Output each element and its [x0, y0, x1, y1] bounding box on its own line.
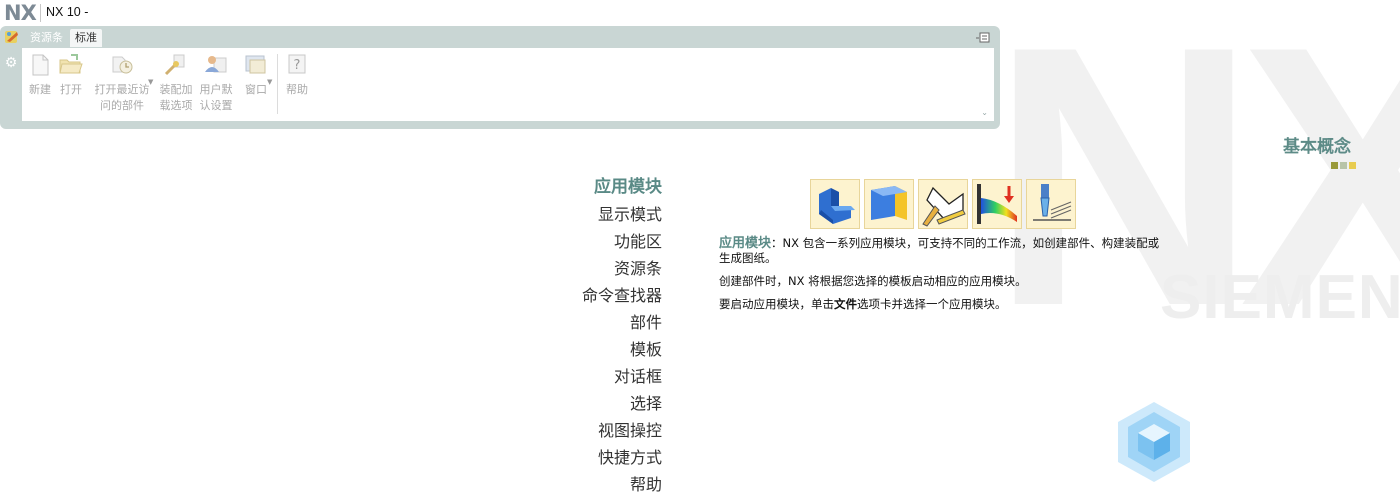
description-paragraph-2: 创建部件时，NX 将根据您选择的模板启动相应的应用模块。: [719, 274, 1027, 288]
siemens-watermark: SIEMEN: [1160, 263, 1400, 332]
tab-resource-bar[interactable]: 资源条: [25, 29, 68, 47]
assembly-load-label-2: 载选项: [159, 99, 193, 112]
ribbon-separator: [277, 54, 278, 114]
assembly-load-label-1: 装配加: [159, 83, 193, 96]
open-recent-label-2: 问的部件: [100, 99, 144, 112]
shape-module-tile: [864, 179, 914, 229]
help-label: 帮助: [286, 83, 308, 96]
file-tab-reference: 文件: [834, 297, 857, 311]
user-defaults-label-1: 用户默: [199, 83, 233, 96]
open-folder-icon: [59, 54, 83, 74]
assembly-load-options-button[interactable]: 装配加 载选项: [158, 52, 194, 114]
open-recent-button[interactable]: 打开最近访 问的部件: [92, 52, 152, 114]
new-button[interactable]: 新建: [26, 52, 54, 98]
window-dropdown-icon[interactable]: ▼: [267, 78, 272, 86]
user-defaults-button[interactable]: 用户默 认设置: [198, 52, 234, 114]
description-paragraph-3: 要启动应用模块，单击文件选项卡并选择一个应用模块。: [719, 297, 1169, 311]
open-label: 打开: [60, 83, 82, 96]
description: 应用模块：NX 包含一系列应用模块，可支持不同的工作流，如创建部件、构建装配或生…: [719, 236, 1169, 320]
assembly-load-icon: [164, 54, 185, 76]
app-menu-icon[interactable]: [4, 29, 20, 45]
svg-text:?: ?: [294, 58, 301, 73]
open-recent-label-1: 打开最近访: [94, 83, 150, 96]
nav-item-view-manipulation[interactable]: 视图操控: [540, 417, 662, 444]
title-bar: NX NX 10 -: [0, 0, 1400, 26]
manufacturing-icon: [1033, 184, 1072, 221]
nav-item-shortcuts[interactable]: 快捷方式: [540, 444, 662, 471]
modeling-block-icon: [819, 188, 855, 224]
simulation-icon: [977, 184, 1017, 224]
nav-item-command-finder[interactable]: 命令查找器: [540, 282, 662, 309]
nav-item-templates[interactable]: 模板: [540, 336, 662, 363]
recent-parts-icon: [112, 56, 133, 74]
description-heading: 应用模块: [719, 236, 772, 251]
description-text-3b: 选项卡并选择一个应用模块。: [857, 297, 1007, 311]
nx-logo: NX: [4, 1, 37, 25]
title-separator: [40, 4, 41, 22]
description-text-1: ：NX 包含一系列应用模块，可支持不同的工作流，如创建部件、构建装配或生成图纸。: [719, 236, 1160, 265]
ribbon-expand-icon[interactable]: ⌄: [981, 108, 988, 117]
help-button[interactable]: ? 帮助: [282, 52, 312, 98]
drafting-icon: [922, 186, 966, 227]
nav-item-applications-active[interactable]: 应用模块: [540, 174, 662, 201]
nav-item-ribbon[interactable]: 功能区: [540, 228, 662, 255]
user-defaults-icon: [205, 56, 227, 73]
window-icon: [245, 55, 266, 74]
ribbon: 资源条 标准 ⚙ 新建 打开 打开最近访 问的部件 ▼ 装配加 载选项 用户默 …: [0, 26, 1000, 129]
drafting-module-tile: [918, 179, 968, 229]
open-button[interactable]: 打开: [57, 52, 85, 98]
nx-cube-logo: [1118, 402, 1190, 482]
heading-decoration: [1331, 154, 1358, 169]
open-recent-dropdown-icon[interactable]: ▼: [148, 78, 153, 86]
new-file-icon: [32, 54, 49, 76]
nav-item-resource-bar[interactable]: 资源条: [540, 255, 662, 282]
simulation-module-tile: [972, 179, 1022, 229]
gear-icon[interactable]: ⚙: [4, 56, 18, 70]
nav-item-parts[interactable]: 部件: [540, 309, 662, 336]
shape-studio-icon: [871, 186, 907, 220]
window-title: NX 10 -: [46, 5, 89, 19]
ribbon-panel: 新建 打开 打开最近访 问的部件 ▼ 装配加 载选项 用户默 认设置 窗口 ▼ …: [22, 48, 994, 121]
window-button[interactable]: 窗口: [241, 52, 271, 98]
help-icon: ?: [288, 54, 306, 74]
nav-item-selection[interactable]: 选择: [540, 390, 662, 417]
new-label: 新建: [29, 83, 51, 96]
nav-item-display-mode[interactable]: 显示模式: [540, 201, 662, 228]
nav-item-dialogs[interactable]: 对话框: [540, 363, 662, 390]
manufacturing-module-tile: [1026, 179, 1076, 229]
tab-standard[interactable]: 标准: [70, 29, 102, 47]
description-text-3a: 要启动应用模块，单击: [719, 297, 834, 311]
modeling-module-tile: [810, 179, 860, 229]
topic-nav: 应用模块 显示模式 功能区 资源条 命令查找器 部件 模板 对话框 选择 视图操…: [540, 174, 662, 498]
ribbon-options-icon[interactable]: [976, 32, 990, 43]
nav-item-help[interactable]: 帮助: [540, 471, 662, 498]
description-paragraph-1: 应用模块：NX 包含一系列应用模块，可支持不同的工作流，如创建部件、构建装配或生…: [719, 236, 1169, 265]
user-defaults-label-2: 认设置: [199, 99, 233, 112]
